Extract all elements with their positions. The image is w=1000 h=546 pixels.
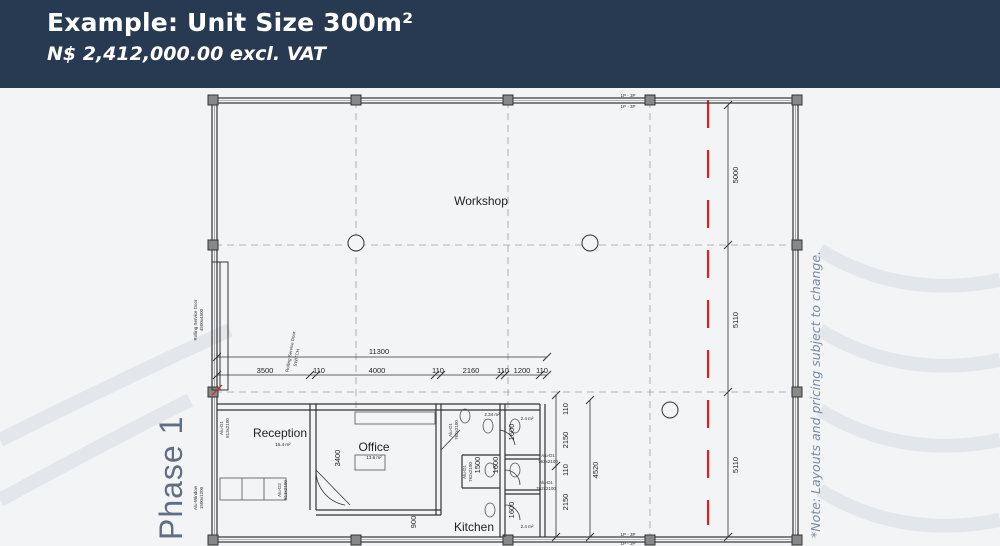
- label-alu-d1-d-size: 762x2100: [538, 459, 558, 464]
- label-window-top: 1P - 3P: [621, 93, 636, 98]
- room-office-area: 13.6 m²: [366, 455, 382, 460]
- label-alu-d2: Alu-D2: [277, 483, 282, 497]
- label-switch: SWITCH: [293, 349, 301, 367]
- floor-drains: [347, 234, 679, 419]
- page-title: Example: Unit Size 300m²: [47, 8, 414, 37]
- dim-wc-d: 1600: [507, 502, 516, 519]
- disclaimer-note: *Note: Layouts and pricing subject to ch…: [808, 251, 823, 538]
- wc2-area: 2.4 m²: [521, 416, 534, 421]
- label-alu-d1-c: Alu-D1: [462, 465, 467, 479]
- dim-stack-110-top: 110: [561, 403, 570, 415]
- dim-right-middle: 5110: [731, 312, 740, 328]
- dim-seg-8: 110: [536, 366, 548, 375]
- label-alu-d1-e-size: 762x2100: [536, 486, 556, 491]
- label-rolling-door: Rolling Service Door: [193, 299, 198, 341]
- dim-right-upper: 5000: [731, 167, 740, 184]
- dim-wc-a: 1600: [507, 424, 516, 441]
- dim-seg-3: 4000: [369, 366, 386, 375]
- label-window-bottom: 1P - 3P: [621, 532, 636, 537]
- label-window-top-b: 1P - 3P: [621, 104, 636, 109]
- label-alu-d1-e: Alu-D1: [539, 480, 553, 485]
- label-alu-d1: Alu-D1: [219, 421, 224, 435]
- floor-plan: Workshop Reception 15.4 m² Office 13.6 m…: [0, 93, 1000, 546]
- dim-seg-6: 110: [497, 366, 509, 375]
- room-kitchen: Kitchen: [454, 520, 494, 534]
- dim-wc-c: 1600: [491, 457, 500, 474]
- dim-overall-width: 11300: [369, 347, 389, 356]
- room-workshop: Workshop: [454, 194, 508, 208]
- door-swings: [315, 429, 521, 521]
- dim-seg-2: 110: [313, 366, 325, 375]
- label-alu-window-size: 1500x1200: [199, 486, 204, 509]
- dim-seg-4: 110: [432, 366, 444, 375]
- phase-label: Phase 1: [153, 415, 189, 540]
- label-alu-d1-c-size: 762x2100: [468, 462, 473, 482]
- grid-lines: [215, 101, 800, 540]
- label-rolling-door-size: 4500x4500: [199, 308, 204, 331]
- wc3-area: 2.4 m²: [521, 524, 534, 529]
- title-banner: Example: Unit Size 300m² N$ 2,412,000.00…: [0, 0, 1000, 88]
- room-reception: Reception: [253, 426, 307, 440]
- dim-door-900: 900: [409, 516, 418, 529]
- label-alu-d1-size: 813x2100: [225, 418, 230, 438]
- label-window-bottom-b: 1P - 3P: [621, 541, 636, 546]
- dim-seg-7: 1200: [514, 366, 531, 375]
- label-alu-d1-b-size: 762x2100: [454, 420, 459, 440]
- label-alu-d1-b: Alu-D1: [448, 423, 453, 437]
- room-office: Office: [358, 440, 389, 454]
- room-reception-area: 15.4 m²: [275, 442, 291, 447]
- label-alu-d2-size: 813x2100: [283, 480, 288, 500]
- dim-seg-5: 2160: [463, 366, 480, 375]
- label-alu-window: Alu-Window: [193, 485, 198, 510]
- label-alu-d1-d: Alu-D1: [541, 453, 555, 458]
- price-subtitle: N$ 2,412,000.00 excl. VAT: [47, 43, 326, 65]
- dim-stack-2150-bottom: 2150: [561, 494, 570, 511]
- dim-stack-110-mid: 110: [561, 464, 570, 476]
- dim-stack-2150-top: 2150: [561, 432, 570, 449]
- dim-seg-1: 3500: [257, 366, 274, 375]
- dim-right-lower: 5110: [731, 457, 740, 473]
- dim-reception-height: 3400: [333, 450, 342, 467]
- dim-wc-b: 1500: [473, 457, 482, 474]
- dim-stack-4520: 4520: [591, 462, 600, 479]
- wc1-area: 2.34 m²: [484, 412, 500, 417]
